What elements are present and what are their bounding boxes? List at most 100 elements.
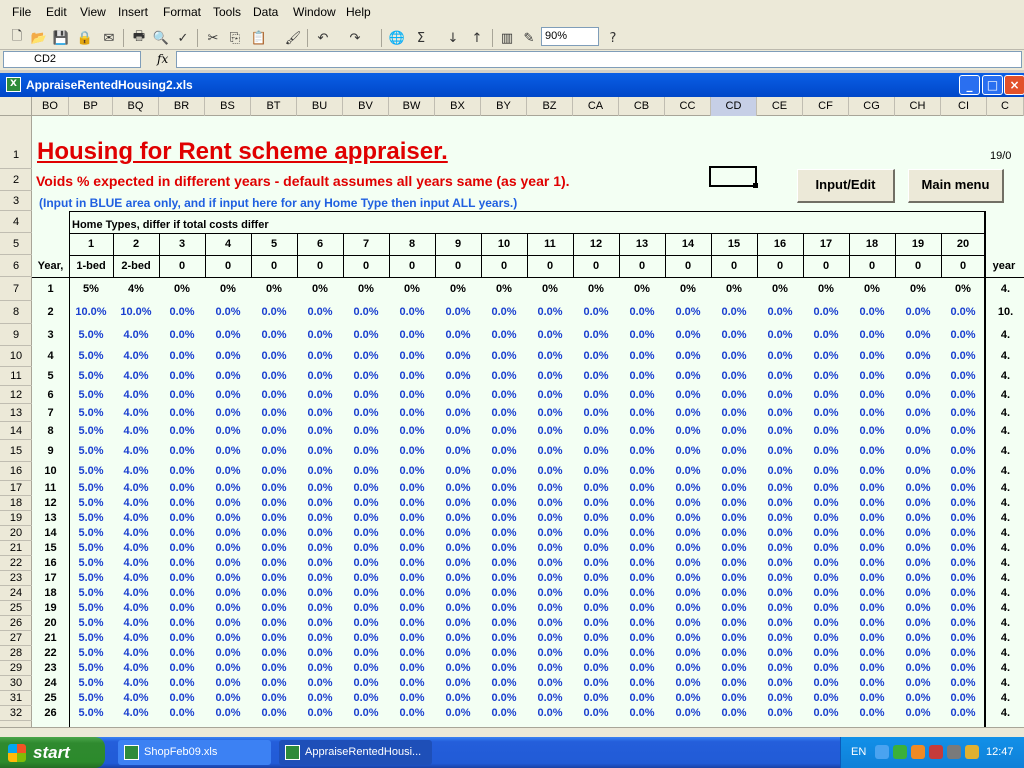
void-cell[interactable]: 0.0% — [711, 462, 757, 481]
void-cell[interactable]: 5.0% — [69, 481, 113, 496]
void-cell[interactable]: 0% — [343, 277, 389, 301]
void-cell[interactable]: 0.0% — [343, 404, 389, 422]
void-cell[interactable]: 0.0% — [159, 661, 205, 676]
year-number[interactable]: 7 — [32, 404, 69, 422]
void-cell[interactable]: 0.0% — [895, 367, 941, 386]
void-cell[interactable]: 0.0% — [665, 541, 711, 556]
void-cell[interactable]: 0.0% — [573, 386, 619, 404]
void-cell[interactable]: 0.0% — [251, 462, 297, 481]
void-cell[interactable]: 0.0% — [205, 616, 251, 631]
void-cell[interactable]: 0.0% — [251, 511, 297, 526]
home-type-number[interactable]: 14 — [665, 233, 711, 255]
void-cell[interactable]: 0.0% — [849, 496, 895, 511]
void-cell[interactable]: 0.0% — [711, 676, 757, 691]
year-right-value[interactable]: 4. — [987, 481, 1024, 496]
column-header[interactable]: CA — [573, 97, 619, 116]
home-type-name[interactable]: 0 — [297, 255, 343, 277]
void-cell[interactable]: 0.0% — [573, 462, 619, 481]
void-cell[interactable]: 0.0% — [297, 496, 343, 511]
year-right-value[interactable]: 4. — [987, 386, 1024, 404]
sheet-tabs-bar[interactable] — [0, 727, 1024, 737]
year-right-value[interactable]: 4. — [987, 676, 1024, 691]
year-number[interactable]: 14 — [32, 526, 69, 541]
selected-cell[interactable] — [709, 166, 757, 187]
void-cell[interactable]: 0.0% — [619, 706, 665, 721]
void-cell[interactable]: 0.0% — [481, 386, 527, 404]
void-cell[interactable]: 0.0% — [619, 422, 665, 440]
void-cell[interactable]: 0.0% — [573, 601, 619, 616]
void-cell[interactable]: 0.0% — [895, 601, 941, 616]
void-cell[interactable]: 0.0% — [205, 324, 251, 346]
home-type-number[interactable]: 19 — [895, 233, 941, 255]
void-cell[interactable]: 0.0% — [159, 301, 205, 324]
void-cell[interactable]: 0.0% — [159, 346, 205, 367]
void-cell[interactable]: 0.0% — [803, 422, 849, 440]
void-cell[interactable]: 0.0% — [711, 481, 757, 496]
network-icon[interactable] — [893, 745, 907, 759]
row-header[interactable]: 27 — [0, 631, 32, 646]
void-cell[interactable]: 0.0% — [297, 440, 343, 462]
menu-edit[interactable]: Edit — [46, 5, 67, 19]
column-header[interactable]: CD — [711, 97, 757, 116]
year-number[interactable]: 5 — [32, 367, 69, 386]
void-cell[interactable]: 0.0% — [757, 616, 803, 631]
void-cell[interactable]: 0.0% — [757, 661, 803, 676]
void-cell[interactable]: 0.0% — [435, 301, 481, 324]
void-cell[interactable]: 0.0% — [159, 601, 205, 616]
column-header[interactable]: CC — [665, 97, 711, 116]
void-cell[interactable]: 0.0% — [435, 646, 481, 661]
year-right-value[interactable]: 4. — [987, 346, 1024, 367]
void-cell[interactable]: 0.0% — [481, 526, 527, 541]
void-cell[interactable]: 0.0% — [527, 404, 573, 422]
void-cell[interactable]: 5% — [69, 277, 113, 301]
year-right-value[interactable]: 4. — [987, 706, 1024, 721]
void-cell[interactable]: 0.0% — [665, 631, 711, 646]
void-cell[interactable]: 0.0% — [205, 422, 251, 440]
void-cell[interactable]: 0.0% — [481, 346, 527, 367]
column-header[interactable]: CH — [895, 97, 941, 116]
void-cell[interactable]: 4.0% — [113, 616, 159, 631]
year-number[interactable]: 2 — [32, 301, 69, 324]
void-cell[interactable]: 0.0% — [757, 511, 803, 526]
void-cell[interactable]: 0.0% — [573, 404, 619, 422]
void-cell[interactable]: 0.0% — [757, 481, 803, 496]
void-cell[interactable]: 0.0% — [481, 541, 527, 556]
void-cell[interactable]: 0.0% — [389, 404, 435, 422]
void-cell[interactable]: 0.0% — [849, 601, 895, 616]
void-cell[interactable]: 4.0% — [113, 661, 159, 676]
void-cell[interactable]: 0.0% — [389, 511, 435, 526]
void-cell[interactable]: 0.0% — [297, 404, 343, 422]
year-number[interactable]: 4 — [32, 346, 69, 367]
void-cell[interactable]: 0.0% — [895, 481, 941, 496]
void-cell[interactable]: 5.0% — [69, 526, 113, 541]
void-cell[interactable]: 4.0% — [113, 676, 159, 691]
void-cell[interactable]: 0.0% — [895, 691, 941, 706]
void-cell[interactable]: 0.0% — [343, 616, 389, 631]
void-cell[interactable]: 0.0% — [803, 526, 849, 541]
void-cell[interactable]: 0.0% — [757, 556, 803, 571]
void-cell[interactable]: 0.0% — [389, 346, 435, 367]
void-cell[interactable]: 0.0% — [619, 496, 665, 511]
year-right-value[interactable]: 4. — [987, 571, 1024, 586]
void-cell[interactable]: 0.0% — [941, 346, 985, 367]
void-cell[interactable]: 0.0% — [849, 422, 895, 440]
print-icon[interactable]: 🖶 — [130, 29, 148, 47]
void-cell[interactable]: 0.0% — [435, 631, 481, 646]
void-cell[interactable]: 4.0% — [113, 556, 159, 571]
void-cell[interactable]: 0.0% — [757, 301, 803, 324]
void-cell[interactable]: 4.0% — [113, 462, 159, 481]
void-cell[interactable]: 0.0% — [297, 462, 343, 481]
void-cell[interactable]: 0.0% — [435, 676, 481, 691]
void-cell[interactable]: 0.0% — [573, 496, 619, 511]
year-right-value[interactable]: 4. — [987, 661, 1024, 676]
void-cell[interactable]: 0.0% — [711, 496, 757, 511]
row-header[interactable]: 1 — [0, 116, 32, 169]
void-cell[interactable]: 0.0% — [895, 386, 941, 404]
void-cell[interactable]: 0.0% — [941, 404, 985, 422]
void-cell[interactable]: 4% — [113, 277, 159, 301]
row-header[interactable]: 4 — [0, 211, 32, 233]
void-cell[interactable]: 0.0% — [757, 631, 803, 646]
void-cell[interactable]: 0.0% — [619, 526, 665, 541]
void-cell[interactable]: 0.0% — [573, 616, 619, 631]
void-cell[interactable]: 0.0% — [803, 324, 849, 346]
